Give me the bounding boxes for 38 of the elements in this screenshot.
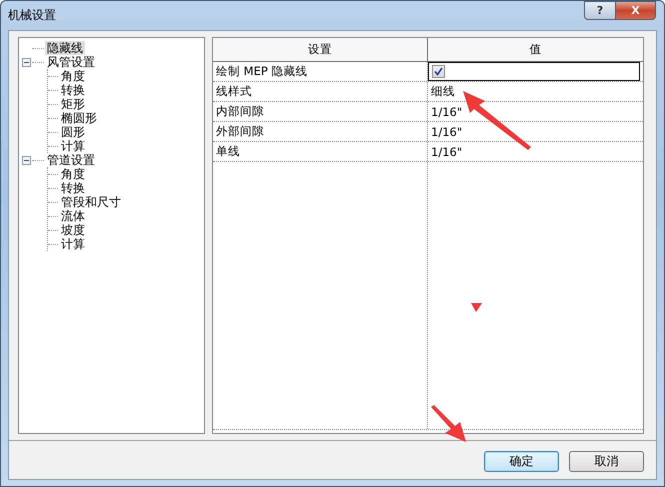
window-title: 机械设置 (8, 7, 56, 24)
table-cell: 线样式 (213, 82, 428, 101)
value-cell[interactable]: 1/16" (428, 122, 643, 141)
value-cell[interactable]: 1/16" (428, 102, 643, 121)
table-cell: 外部间隙 (213, 122, 428, 141)
close-button[interactable]: X (616, 1, 656, 20)
table-cell: 单线 (213, 142, 428, 161)
value-cell[interactable]: 1/16" (428, 142, 643, 161)
tree-item[interactable]: 角度 (59, 69, 87, 83)
dialog-button[interactable]: 确定 (484, 451, 559, 472)
tree-item[interactable]: 隐藏线 (45, 41, 85, 55)
table-cell: 绘制 MEP 隐藏线 (213, 62, 428, 81)
tree-item[interactable]: 计算 (59, 139, 87, 153)
annotation-arrow (463, 91, 531, 150)
tree-item[interactable]: 管段和尺寸 (59, 195, 123, 209)
help-button[interactable]: ? (584, 1, 616, 20)
tree-item[interactable]: 流体 (59, 209, 87, 223)
checkbox[interactable] (432, 65, 445, 78)
collapse-icon[interactable] (22, 58, 31, 66)
tree-item[interactable]: 椭圆形 (59, 111, 99, 125)
tree-item[interactable]: 坡度 (59, 223, 87, 237)
column-header: 值 (528, 41, 542, 58)
annotation-arrow (431, 405, 466, 442)
tree-item[interactable]: 角度 (59, 167, 87, 181)
tree-item[interactable]: 风管设置 (45, 55, 97, 69)
tree-item[interactable]: 转换 (59, 181, 87, 195)
tree-item[interactable]: 计算 (59, 237, 87, 251)
value-cell[interactable] (428, 62, 640, 81)
tree-item[interactable]: 矩形 (59, 97, 87, 111)
dialog-button[interactable]: 取消 (569, 451, 644, 472)
column-header: 设置 (213, 38, 428, 61)
tree-item[interactable]: 转换 (59, 83, 87, 97)
collapse-icon[interactable] (22, 156, 31, 164)
tree-item[interactable]: 管道设置 (45, 153, 97, 167)
annotation-arrow (471, 303, 482, 312)
value-cell[interactable]: 细线 (428, 82, 643, 101)
table-cell: 内部间隙 (213, 102, 428, 121)
tree-item[interactable]: 圆形 (59, 125, 87, 139)
